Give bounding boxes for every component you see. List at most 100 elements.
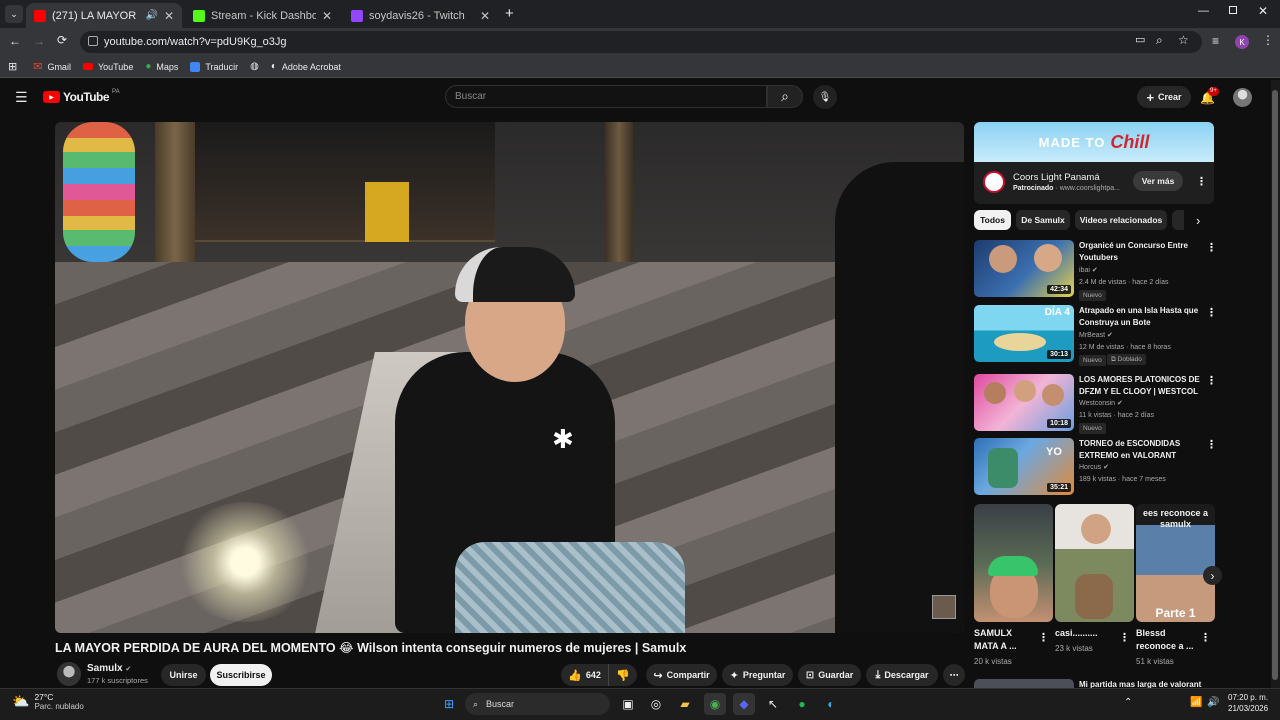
back-icon[interactable]: ←: [9, 35, 21, 47]
short-title[interactable]: casi..........: [1055, 627, 1125, 640]
network-icon[interactable]: 📶: [1190, 697, 1202, 708]
browser-tab-youtube[interactable]: (271) LA MAYOR PERDIDA I 🔊 ✕: [26, 3, 182, 28]
media-controls-icon[interactable]: ≡: [1212, 35, 1219, 47]
maximize-button[interactable]: [1229, 6, 1237, 14]
rec-more-icon[interactable]: ⋮: [1206, 241, 1217, 254]
browser-menu-icon[interactable]: ⋮: [1262, 34, 1274, 46]
bookmark-star-icon[interactable]: ☆: [1178, 34, 1189, 46]
browser-tab-twitch[interactable]: soydavis26 - Twitch ✕: [343, 3, 498, 28]
subscribe-button[interactable]: Suscribirse: [210, 664, 272, 686]
short-title[interactable]: SAMULX MATA A ...: [974, 627, 1044, 653]
cursor-app-icon[interactable]: ↖: [762, 693, 784, 715]
short-thumbnail[interactable]: ees reconoce a samulx Parte 1: [1136, 504, 1215, 622]
rec-more-icon[interactable]: ⋮: [1206, 438, 1217, 451]
bookmark-gmail[interactable]: ✉ Gmail: [33, 60, 71, 73]
task-view-icon[interactable]: ▣: [617, 693, 639, 715]
rec-more-icon[interactable]: ⋮: [1206, 374, 1217, 387]
scrollbar-thumb[interactable]: [1272, 90, 1278, 680]
rec-title[interactable]: Organicé un Concurso Entre Youtubers: [1079, 240, 1203, 264]
rec-thumbnail[interactable]: [974, 679, 1074, 688]
page-scrollbar[interactable]: [1271, 80, 1280, 688]
search-input[interactable]: Buscar: [445, 85, 767, 108]
hamburger-menu-icon[interactable]: ☰: [15, 90, 28, 104]
windows-start-icon[interactable]: ⊞: [438, 693, 460, 715]
search-button[interactable]: ⌕: [767, 85, 803, 108]
chip-de-samulx[interactable]: De Samulx: [1016, 210, 1070, 230]
shorts-next-button[interactable]: ›: [1203, 566, 1222, 585]
rec-title[interactable]: Atrapado en una Isla Hasta que Construya …: [1079, 305, 1203, 329]
site-info-icon[interactable]: [88, 36, 98, 46]
rec-thumbnail[interactable]: 10:18: [974, 374, 1074, 431]
weather-widget[interactable]: ⛅ 27°C Parc. nublado: [12, 692, 84, 711]
more-actions-button[interactable]: ⋯: [943, 664, 965, 686]
voice-search-button[interactable]: 🎙: [813, 85, 837, 109]
cast-icon[interactable]: ▭: [1135, 35, 1145, 46]
profile-avatar[interactable]: K: [1235, 35, 1249, 49]
close-tab-icon[interactable]: ✕: [164, 9, 174, 23]
like-button[interactable]: 👍 642: [561, 664, 609, 686]
download-button[interactable]: ⤓ Descargar: [866, 664, 938, 686]
new-tab-button[interactable]: +: [505, 5, 514, 22]
short-more-icon[interactable]: ⋮: [1038, 631, 1049, 644]
spotify-icon[interactable]: ●: [791, 693, 813, 715]
volume-icon[interactable]: 🔊: [1207, 697, 1219, 708]
short-thumbnail[interactable]: [1055, 504, 1134, 622]
video-player[interactable]: ✱: [55, 122, 964, 633]
file-explorer-icon[interactable]: ▰: [674, 693, 696, 715]
short-more-icon[interactable]: ⋮: [1200, 631, 1211, 644]
obs-icon[interactable]: ◎: [645, 693, 667, 715]
rec-channel[interactable]: Horcus ✔: [1079, 462, 1109, 474]
chrome-icon[interactable]: ◉: [704, 693, 726, 715]
chip-videos-relacionados[interactable]: Videos relacionados: [1075, 210, 1167, 230]
close-tab-icon[interactable]: ✕: [322, 9, 332, 23]
short-thumbnail[interactable]: [974, 504, 1053, 622]
reload-icon[interactable]: ⟳: [57, 34, 67, 46]
short-more-icon[interactable]: ⋮: [1119, 631, 1130, 644]
rec-more-icon[interactable]: ⋮: [1206, 306, 1217, 319]
minimize-button[interactable]: —: [1198, 5, 1209, 17]
notifications-button[interactable]: 🔔 9+: [1200, 87, 1219, 107]
bookmark-adobe[interactable]: ◐ Adobe Acrobat: [271, 61, 341, 72]
rec-title[interactable]: LOS AMORES PLATONICOS DE DFZM Y EL CLOOY …: [1079, 374, 1203, 398]
tab-search-button[interactable]: ⌄: [5, 5, 23, 23]
rec-channel[interactable]: MrBeast ✔: [1079, 330, 1113, 342]
edge-icon[interactable]: ◐: [820, 693, 842, 715]
rec-thumbnail[interactable]: YO 35:21: [974, 438, 1074, 495]
ask-button[interactable]: ✦ Preguntar: [722, 664, 793, 686]
dislike-button[interactable]: 👎: [609, 664, 637, 686]
channel-avatar[interactable]: [57, 662, 81, 686]
browser-tab-kick[interactable]: Stream - Kick Dashboard ✕: [185, 3, 340, 28]
ad-banner[interactable]: MADE TO Chill: [974, 122, 1214, 162]
chip-todos[interactable]: Todos: [974, 210, 1011, 230]
rec-title[interactable]: TORNEO de ESCONDIDAS EXTREMO en VALORANT: [1079, 438, 1203, 462]
rec-thumbnail[interactable]: DÍA 4 30:13: [974, 305, 1074, 362]
rec-channel[interactable]: Westconsin ✔: [1079, 398, 1123, 410]
short-title[interactable]: Blessd reconoce a ...: [1136, 627, 1206, 653]
rec-thumbnail[interactable]: 42:34: [974, 240, 1074, 297]
rec-channel[interactable]: ibai ✔: [1079, 265, 1098, 277]
youtube-logo[interactable]: ▶ YouTube PA: [43, 89, 120, 104]
chevron-right-icon[interactable]: ›: [1196, 213, 1200, 228]
account-avatar[interactable]: [1233, 88, 1252, 107]
create-button[interactable]: + Crear: [1137, 86, 1191, 108]
discord-icon[interactable]: ◆: [733, 693, 755, 715]
ad-cta-button[interactable]: Ver más: [1133, 171, 1183, 191]
ad-more-icon[interactable]: ⋮: [1196, 175, 1207, 188]
chip-partial[interactable]: [1172, 210, 1184, 230]
bookmark-globe[interactable]: ◍: [250, 61, 259, 72]
taskbar-search[interactable]: ⌕ Buscar: [465, 693, 610, 715]
channel-name[interactable]: Samulx ✔: [87, 663, 131, 674]
save-button[interactable]: ⊡ Guardar: [798, 664, 861, 686]
clock[interactable]: 07:20 p. m. 21/03/2026: [1228, 692, 1268, 714]
zoom-icon[interactable]: ⌕: [1156, 34, 1163, 46]
apps-grid-icon[interactable]: ⊞: [8, 60, 17, 73]
address-bar[interactable]: youtube.com/watch?v=pdU9Kg_o3Jg ▭ ⌕ ☆: [80, 31, 1202, 53]
bookmark-maps[interactable]: ● Maps: [145, 61, 178, 72]
bookmark-traducir[interactable]: Traducir: [190, 61, 238, 72]
bookmark-youtube[interactable]: YouTube: [82, 62, 133, 72]
share-button[interactable]: ↪ Compartir: [646, 664, 717, 686]
close-tab-icon[interactable]: ✕: [480, 9, 490, 23]
forward-icon[interactable]: →: [33, 35, 45, 47]
close-window-button[interactable]: ✕: [1258, 4, 1268, 18]
show-hidden-icons[interactable]: ⌃: [1124, 697, 1132, 708]
